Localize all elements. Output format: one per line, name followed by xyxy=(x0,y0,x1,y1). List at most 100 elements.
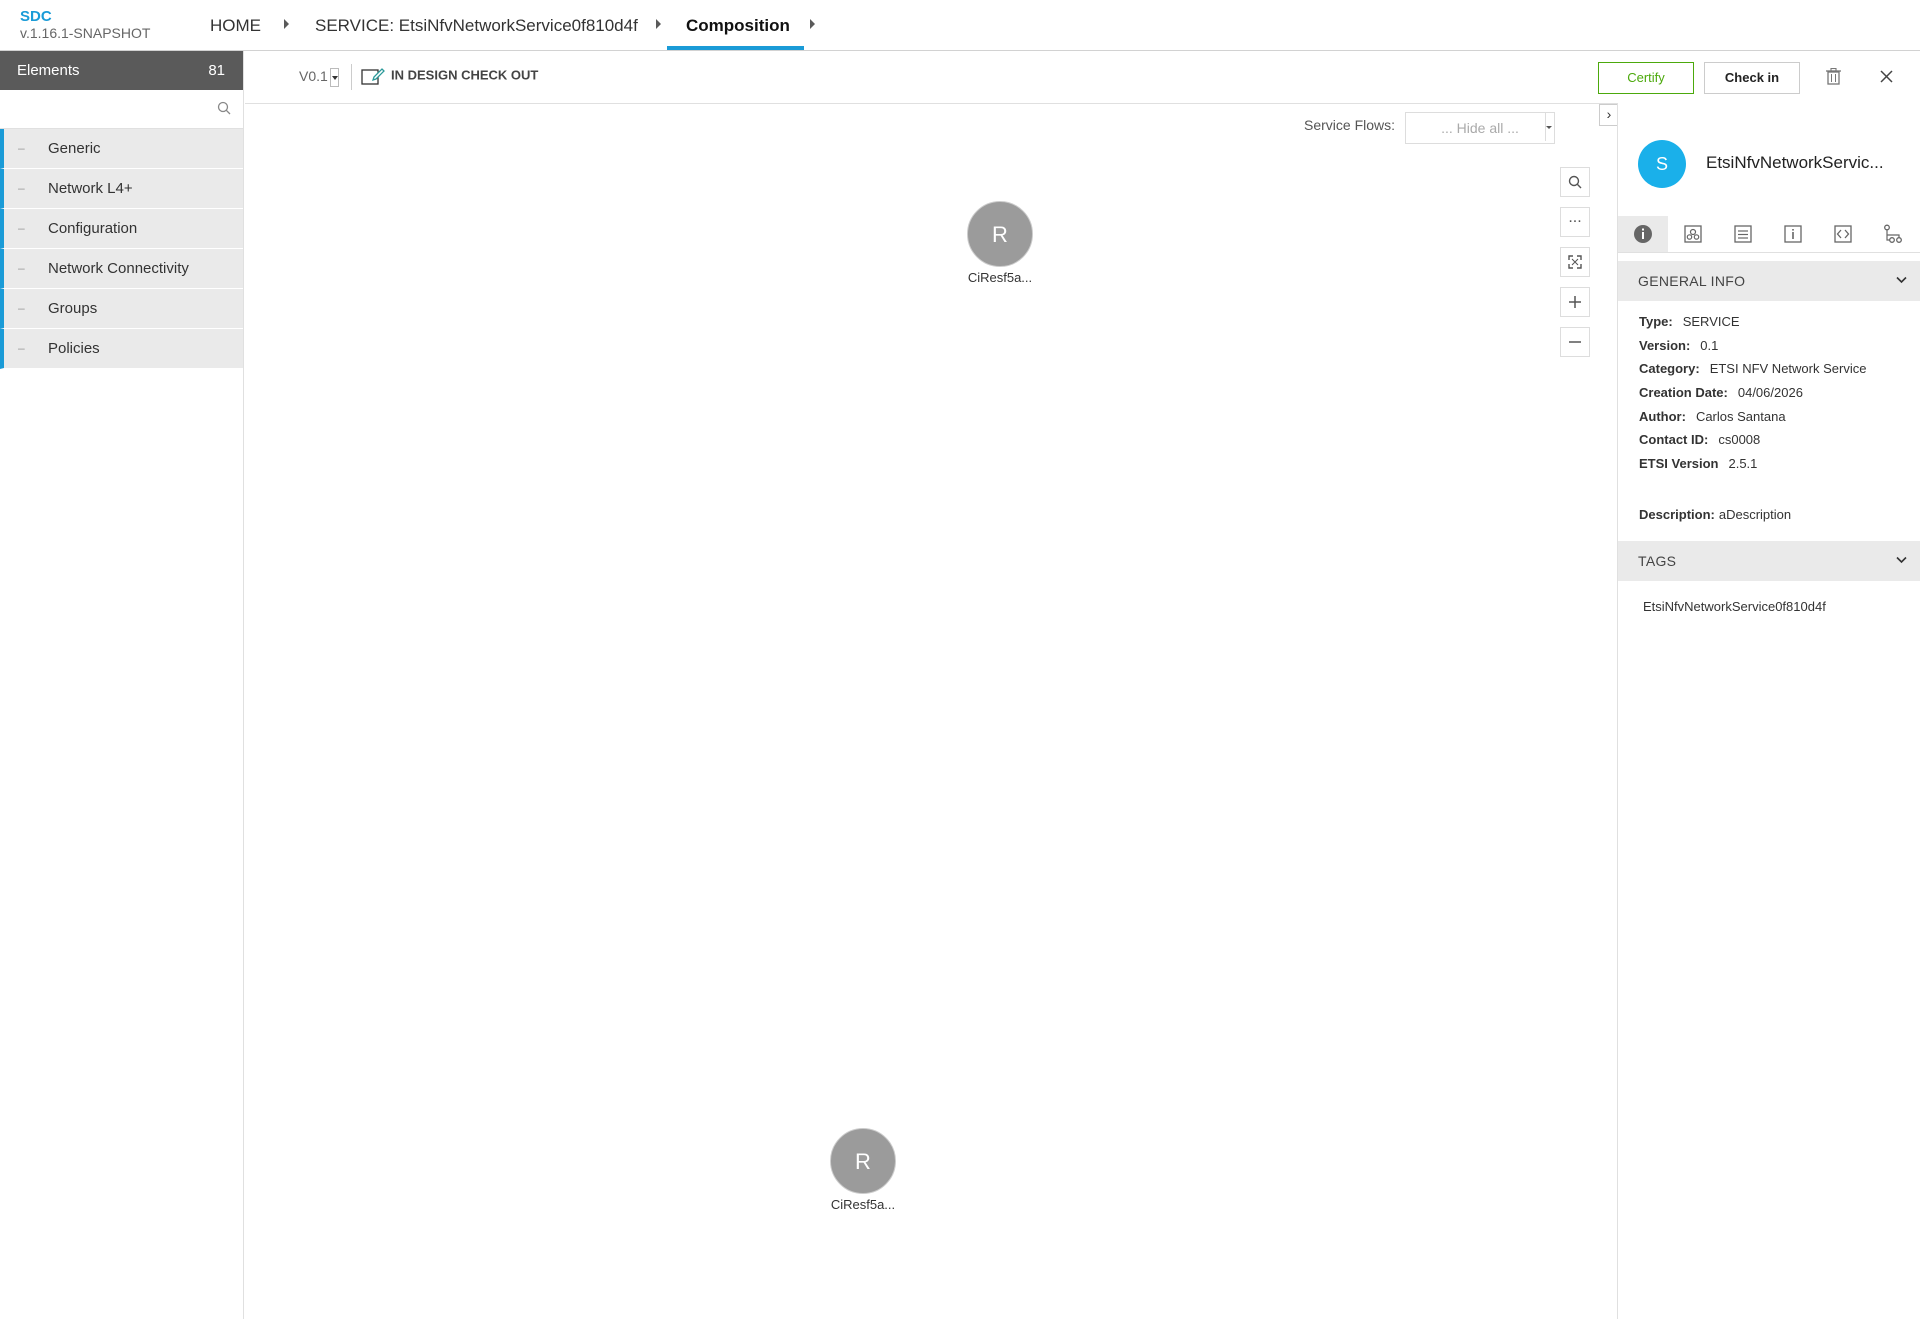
canvas-more-button[interactable]: ... xyxy=(1560,207,1590,237)
info-label: ETSI Version xyxy=(1639,456,1719,471)
more-icon: ... xyxy=(1568,209,1582,226)
code-icon xyxy=(1834,225,1852,243)
artifacts-icon xyxy=(1684,225,1702,243)
top-nav-bar: SDC v.1.16.1-SNAPSHOT HOME SERVICE: Etsi… xyxy=(0,0,1920,51)
info-value: 04/06/2026 xyxy=(1737,385,1803,400)
tab-information-artifacts[interactable] xyxy=(1768,216,1818,252)
info-etsi-version: ETSI Version 2.5.1 xyxy=(1639,456,1757,471)
toolbar-divider xyxy=(351,64,352,90)
details-tabs xyxy=(1618,216,1920,253)
minus-icon xyxy=(1569,341,1581,343)
palette-group-groups[interactable]: – Groups xyxy=(0,289,243,329)
info-label: Version: xyxy=(1639,338,1691,353)
info-icon xyxy=(1634,224,1652,243)
palette-group-network-connectivity[interactable]: – Network Connectivity xyxy=(0,249,243,289)
tags-title: TAGS xyxy=(1638,553,1677,569)
service-avatar: S xyxy=(1638,140,1686,188)
close-icon[interactable] xyxy=(1880,70,1893,88)
app-logo[interactable]: SDC v.1.16.1-SNAPSHOT xyxy=(20,8,151,42)
tags-header[interactable]: TAGS xyxy=(1618,541,1920,581)
expand-icon xyxy=(1568,255,1582,269)
chevron-down-icon xyxy=(1896,276,1907,284)
canvas-node-label: CiResf5a... xyxy=(830,1197,896,1212)
canvas-search-button[interactable] xyxy=(1560,167,1590,197)
service-flows-value: ... Hide all ... xyxy=(1441,120,1519,136)
info-label: Creation Date: xyxy=(1639,385,1728,400)
breadcrumb-service[interactable]: SERVICE: EtsiNfvNetworkService0f810d4f xyxy=(315,0,638,50)
info-value: Carlos Santana xyxy=(1695,409,1786,424)
breadcrumb-separator-icon[interactable] xyxy=(656,19,661,29)
fit-to-screen-button[interactable] xyxy=(1560,247,1590,277)
breadcrumb-composition[interactable]: Composition xyxy=(686,0,790,50)
info-category: Category: ETSI NFV Network Service xyxy=(1639,361,1866,376)
info-value: ETSI NFV Network Service xyxy=(1709,361,1867,376)
info-value: 0.1 xyxy=(1700,338,1719,353)
check-in-button[interactable]: Check in xyxy=(1704,62,1800,94)
tab-api[interactable] xyxy=(1818,216,1868,252)
lifecycle-status: IN DESIGN CHECK OUT xyxy=(361,67,538,85)
tab-properties[interactable] xyxy=(1718,216,1768,252)
general-info-title: GENERAL INFO xyxy=(1638,273,1746,289)
canvas-node[interactable]: R xyxy=(830,1128,896,1194)
collapse-icon: – xyxy=(18,341,25,355)
zoom-out-button[interactable] xyxy=(1560,327,1590,357)
service-flows-label: Service Flows: xyxy=(1304,117,1396,133)
collapse-icon: – xyxy=(18,181,25,195)
palette-group-configuration[interactable]: – Configuration xyxy=(0,209,243,249)
info-value: aDescription xyxy=(1718,507,1792,522)
info-contact-id: Contact ID: cs0008 xyxy=(1639,432,1760,447)
certify-button[interactable]: Certify xyxy=(1598,62,1694,94)
general-info-header[interactable]: GENERAL INFO xyxy=(1618,261,1920,301)
hierarchy-icon xyxy=(1884,224,1902,243)
breadcrumb-separator-icon[interactable] xyxy=(284,19,289,29)
chevron-down-icon xyxy=(1545,113,1552,141)
tab-general-info[interactable] xyxy=(1618,216,1668,252)
app-version: v.1.16.1-SNAPSHOT xyxy=(20,25,151,41)
details-panel: S EtsiNfvNetworkServic... GENERAL INFO T… xyxy=(1617,103,1920,1319)
info-label: Author: xyxy=(1639,409,1686,424)
collapse-icon: – xyxy=(18,141,25,155)
palette-group-policies[interactable]: – Policies xyxy=(0,329,243,369)
collapse-panel-button[interactable]: › xyxy=(1599,104,1619,126)
info-box-icon xyxy=(1784,225,1802,243)
palette-group-label: Generic xyxy=(48,140,101,157)
checkout-edit-icon xyxy=(361,68,385,85)
plus-icon xyxy=(1569,296,1581,308)
info-creation-date: Creation Date: 04/06/2026 xyxy=(1639,385,1803,400)
app-brand: SDC xyxy=(20,8,52,25)
palette-group-network-l4[interactable]: – Network L4+ xyxy=(0,169,243,209)
active-tab-indicator xyxy=(667,46,804,50)
chevron-down-icon xyxy=(329,68,339,87)
service-flows-select[interactable]: ... Hide all ... xyxy=(1405,112,1555,144)
info-label: Category: xyxy=(1639,361,1700,376)
trash-icon[interactable] xyxy=(1826,67,1841,90)
version-select[interactable]: V0.1 xyxy=(299,68,339,87)
info-type: Type: SERVICE xyxy=(1639,314,1740,329)
palette-search-input[interactable] xyxy=(6,90,210,128)
tab-deployment-artifacts[interactable] xyxy=(1668,216,1718,252)
info-author: Author: Carlos Santana xyxy=(1639,409,1786,424)
breadcrumb-home[interactable]: HOME xyxy=(210,0,261,50)
palette-group-label: Policies xyxy=(48,340,100,357)
palette-group-label: Network Connectivity xyxy=(48,260,189,277)
collapse-icon: – xyxy=(18,221,25,235)
info-label: Contact ID: xyxy=(1639,432,1709,447)
zoom-in-button[interactable] xyxy=(1560,287,1590,317)
info-description: Description: aDescription xyxy=(1639,507,1791,522)
breadcrumb-separator-icon[interactable] xyxy=(810,19,815,29)
palette-group-label: Configuration xyxy=(48,220,138,237)
palette-search xyxy=(0,90,243,129)
elements-count: 81 xyxy=(208,62,225,79)
canvas-node[interactable]: R xyxy=(967,201,1033,267)
tab-composition[interactable] xyxy=(1868,216,1918,252)
search-icon[interactable] xyxy=(217,101,231,120)
search-icon xyxy=(1568,175,1582,189)
info-value: SERVICE xyxy=(1682,314,1740,329)
composition-toolbar: V0.1 IN DESIGN CHECK OUT Certify Check i… xyxy=(245,51,1893,104)
info-label: Description: xyxy=(1639,507,1715,522)
palette-group-label: Network L4+ xyxy=(48,180,133,197)
info-value: cs0008 xyxy=(1718,432,1761,447)
palette-group-generic[interactable]: – Generic xyxy=(0,129,243,169)
list-icon xyxy=(1734,225,1752,243)
info-version: Version: 0.1 xyxy=(1639,338,1718,353)
